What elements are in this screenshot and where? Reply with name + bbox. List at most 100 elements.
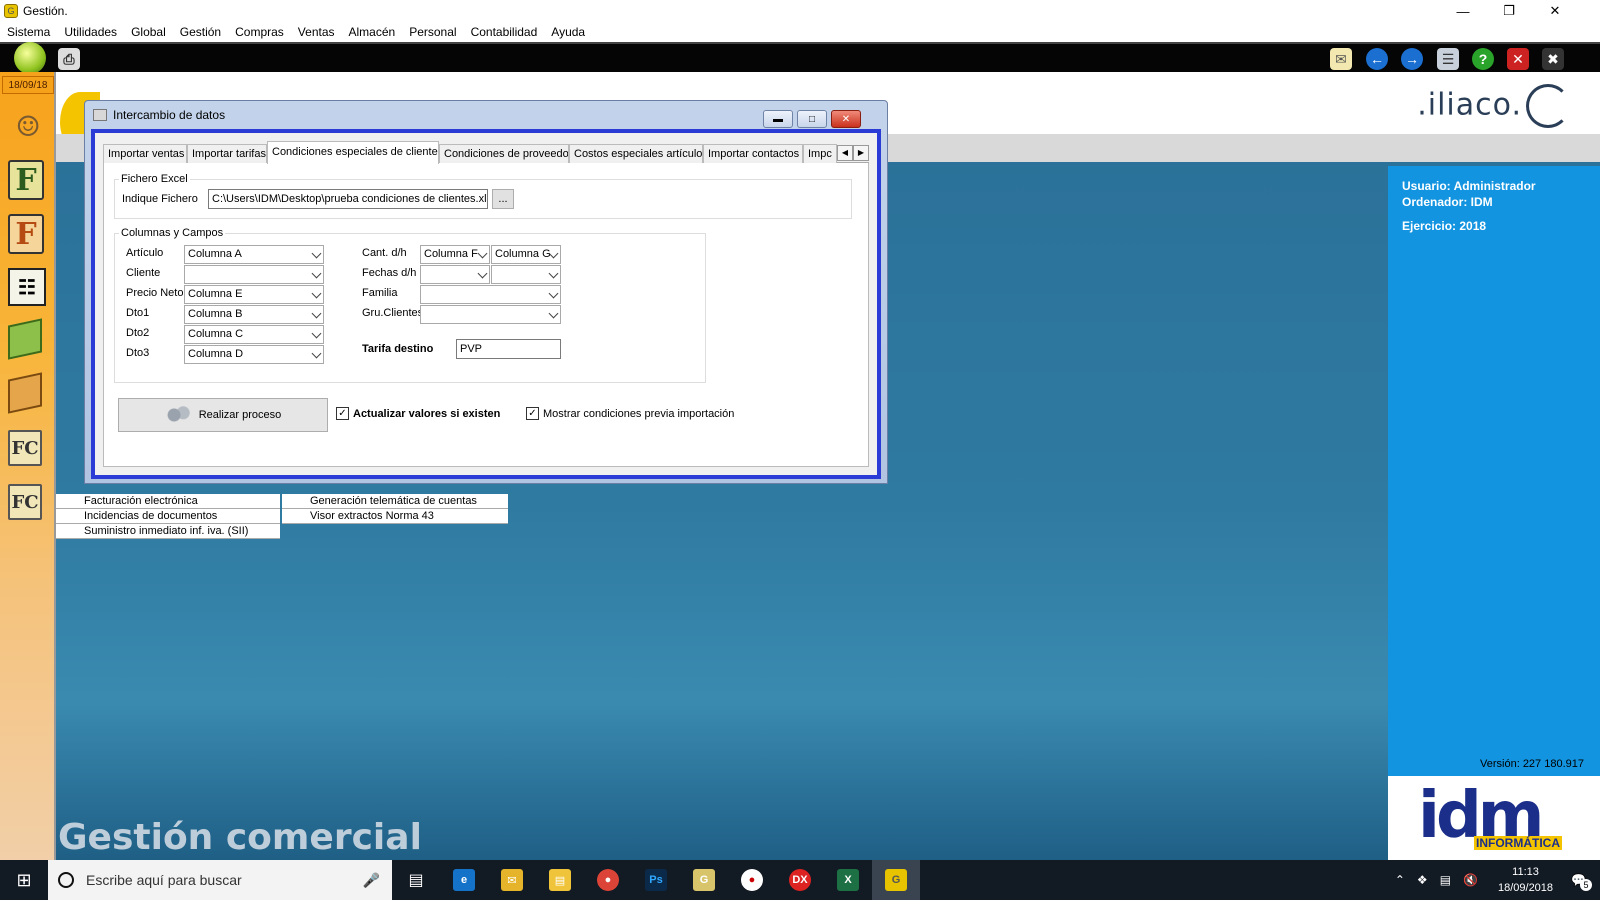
- dto3-select[interactable]: Columna D: [184, 345, 324, 364]
- user-label: Usuario: Administrador: [1402, 179, 1536, 193]
- ledger-icon[interactable]: ☷: [8, 268, 46, 306]
- tab-importar-contactos[interactable]: Importar contactos: [703, 144, 803, 163]
- chevron-down-icon: [311, 328, 322, 339]
- volume-muted-icon[interactable]: 🔇: [1463, 873, 1478, 887]
- fechas-hasta-select[interactable]: [491, 265, 561, 284]
- list-item[interactable]: Generación telemática de cuentas: [282, 494, 508, 509]
- tab-costos-articulo[interactable]: Costos especiales artículo: [569, 144, 703, 163]
- dialog-minimize-button[interactable]: ▬: [763, 110, 793, 128]
- menu-contabilidad[interactable]: Contabilidad: [464, 22, 545, 42]
- chevron-down-icon: [311, 248, 322, 259]
- gestion-app-icon[interactable]: G: [680, 860, 728, 900]
- edge-icon[interactable]: e: [440, 860, 488, 900]
- windows-start-icon[interactable]: ⊞: [0, 860, 48, 900]
- dto3-label: Dto3: [126, 347, 150, 359]
- precio-select[interactable]: Columna E: [184, 285, 324, 304]
- tab-importar-ventas[interactable]: Importar ventas: [103, 144, 187, 163]
- menu-almacen[interactable]: Almacén: [342, 22, 403, 42]
- file-path-input[interactable]: C:\Users\IDM\Desktop\prueba condiciones …: [208, 189, 488, 209]
- tarifa-input[interactable]: PVP: [456, 339, 561, 359]
- dialog-close-button[interactable]: ✕: [831, 110, 861, 128]
- mail-icon[interactable]: ✉: [1330, 48, 1352, 70]
- menu-personal[interactable]: Personal: [402, 22, 463, 42]
- file-explorer-icon[interactable]: ▤: [536, 860, 584, 900]
- home-orb-icon[interactable]: [14, 42, 46, 74]
- close-app-icon[interactable]: ✕: [1507, 48, 1529, 70]
- tab-importar-tarifas[interactable]: Importar tarifas: [187, 144, 267, 163]
- invoice-f-icon[interactable]: F: [8, 160, 44, 200]
- list-item[interactable]: Visor extractos Norma 43: [282, 509, 508, 524]
- orange-bag-icon[interactable]: [8, 372, 42, 414]
- chevron-down-icon: [548, 268, 559, 279]
- chrome-icon[interactable]: ●: [584, 860, 632, 900]
- tab-more[interactable]: Impc: [803, 144, 837, 163]
- menu-compras[interactable]: Compras: [228, 22, 291, 42]
- close-button[interactable]: ✕: [1532, 0, 1578, 22]
- fechas-desde-select[interactable]: [420, 265, 490, 284]
- restore-button[interactable]: ❐: [1486, 0, 1532, 22]
- search-placeholder: Escribe aquí para buscar: [86, 872, 242, 888]
- tab-scroll-left-icon[interactable]: ◀: [837, 145, 853, 161]
- list-item[interactable]: Suministro inmediato inf. iva. (SII): [56, 524, 280, 539]
- list-item[interactable]: Incidencias de documentos: [56, 509, 280, 524]
- browse-button[interactable]: ...: [492, 189, 514, 209]
- gru-clientes-select[interactable]: [420, 305, 561, 324]
- mail-app-icon[interactable]: ✉: [488, 860, 536, 900]
- dto2-label: Dto2: [126, 327, 150, 339]
- preview-checkbox[interactable]: ✓ Mostrar condiciones previa importación: [526, 407, 734, 420]
- menu-sistema[interactable]: Sistema: [0, 22, 57, 42]
- clock[interactable]: 11:13 18/09/2018: [1498, 864, 1553, 896]
- clock-date: 18/09/2018: [1497, 882, 1554, 894]
- dialog-maximize-button[interactable]: □: [797, 110, 827, 128]
- process-button[interactable]: Realizar proceso: [118, 398, 328, 432]
- cant-label: Cant. d/h: [362, 247, 407, 259]
- invoice-f-orange-icon[interactable]: F: [8, 214, 44, 254]
- microphone-icon[interactable]: 🎤: [363, 872, 380, 889]
- photoshop-icon[interactable]: Ps: [632, 860, 680, 900]
- dialog-icon: [93, 109, 107, 121]
- menu-utilidades[interactable]: Utilidades: [57, 22, 124, 42]
- chevron-down-icon: [311, 308, 322, 319]
- dto1-select-value: Columna B: [188, 308, 243, 320]
- tab-panel: Fichero Excel Indique Fichero C:\Users\I…: [103, 163, 869, 467]
- dto1-select[interactable]: Columna B: [184, 305, 324, 324]
- users-icon[interactable]: ☺: [8, 106, 48, 146]
- fac-document-icon[interactable]: FC: [8, 484, 42, 520]
- minimize-button[interactable]: —: [1440, 0, 1486, 22]
- familia-label: Familia: [362, 287, 398, 299]
- cant-hasta-select[interactable]: Columna G: [491, 245, 561, 264]
- notifications-icon[interactable]: 💬 5: [1571, 873, 1592, 891]
- menu-gestion[interactable]: Gestión: [173, 22, 228, 42]
- update-values-checkbox[interactable]: ✓ Actualizar valores si existen: [336, 407, 500, 420]
- back-arrow-icon[interactable]: ←: [1366, 48, 1388, 70]
- menu-ventas[interactable]: Ventas: [291, 22, 342, 42]
- printer-icon[interactable]: ⎙: [58, 48, 80, 70]
- help-icon[interactable]: ?: [1472, 48, 1494, 70]
- taskbar-search[interactable]: Escribe aquí para buscar 🎤: [48, 860, 392, 900]
- tab-condiciones-cliente[interactable]: Condiciones especiales de cliente: [267, 141, 439, 164]
- dto2-select[interactable]: Columna C: [184, 325, 324, 344]
- green-bag-icon[interactable]: [8, 318, 42, 360]
- familia-select[interactable]: [420, 285, 561, 304]
- red-circle-app-icon[interactable]: ●: [728, 860, 776, 900]
- menu-ayuda[interactable]: Ayuda: [544, 22, 592, 42]
- tab-scroll-right-icon[interactable]: ▶: [853, 145, 869, 161]
- list-item[interactable]: Facturación electrónica: [56, 494, 280, 509]
- dropbox-icon[interactable]: ❖: [1417, 873, 1428, 887]
- chevron-up-icon[interactable]: ⌃: [1395, 873, 1405, 887]
- list-icon[interactable]: ☰: [1437, 48, 1459, 70]
- preview-label: Mostrar condiciones previa importación: [543, 407, 735, 420]
- tab-condiciones-proveedor[interactable]: Condiciones de proveedor: [439, 144, 569, 163]
- excel-icon[interactable]: X: [824, 860, 872, 900]
- exit-icon[interactable]: ✖: [1542, 48, 1564, 70]
- network-icon[interactable]: ▤: [1440, 873, 1451, 887]
- articulo-select[interactable]: Columna A: [184, 245, 324, 264]
- gestion-active-icon[interactable]: G: [872, 860, 920, 900]
- forward-arrow-icon[interactable]: →: [1401, 48, 1423, 70]
- dx-app-icon[interactable]: DX: [776, 860, 824, 900]
- menu-global[interactable]: Global: [124, 22, 173, 42]
- cant-desde-select[interactable]: Columna F: [420, 245, 490, 264]
- task-view-icon[interactable]: ▤: [392, 860, 440, 900]
- cliente-select[interactable]: [184, 265, 324, 284]
- fc-document-icon[interactable]: FC: [8, 430, 42, 466]
